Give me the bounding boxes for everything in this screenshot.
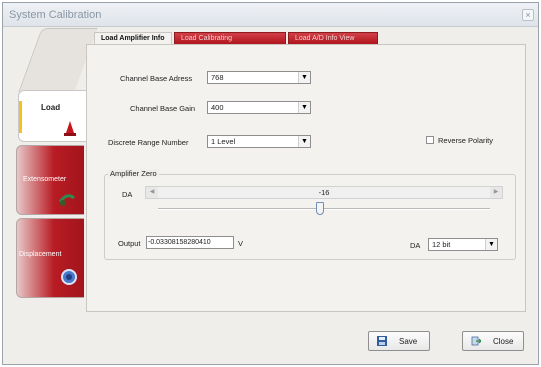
close-window-button[interactable]: ×: [522, 9, 534, 21]
channel-base-address-select[interactable]: 768 ▼: [207, 71, 311, 84]
output-value-field: -0.03308158280410: [146, 236, 234, 249]
scroll-right-icon[interactable]: ▶: [490, 187, 502, 198]
close-button-label: Close: [493, 336, 514, 346]
da-bits-value: 12 bit: [432, 240, 451, 249]
chevron-down-icon[interactable]: ▼: [298, 102, 310, 113]
channel-base-gain-select[interactable]: 400 ▼: [207, 101, 311, 114]
extensometer-icon: [58, 194, 75, 206]
da-bits-label: DA: [410, 241, 421, 250]
window-title: System Calibration: [9, 9, 102, 21]
chevron-down-icon[interactable]: ▼: [485, 239, 497, 250]
side-tab-displacement[interactable]: Displacement: [16, 218, 84, 298]
da-label: DA: [122, 190, 133, 199]
exit-door-icon: [471, 336, 481, 346]
channel-base-gain-label: Channel Base Gain: [130, 104, 196, 113]
discrete-range-number-select[interactable]: 1 Level ▼: [207, 135, 311, 148]
side-tab-label: Load: [41, 103, 61, 112]
amplifier-zero-slider-thumb[interactable]: [316, 202, 324, 215]
title-bar: System Calibration ×: [3, 3, 538, 27]
floppy-disk-icon: [377, 336, 387, 346]
channel-base-gain-value: 400: [211, 103, 224, 112]
discrete-range-number-label: Discrete Range Number: [108, 138, 189, 147]
side-tab-extensometer[interactable]: Extensometer: [16, 145, 84, 215]
close-button[interactable]: Close: [462, 331, 524, 351]
save-button-label: Save: [399, 336, 418, 346]
side-tab-load[interactable]: Load: [18, 90, 88, 142]
da-value: -16: [318, 188, 330, 197]
channel-base-address-label: Channel Base Adress: [120, 74, 193, 83]
chevron-down-icon[interactable]: ▼: [298, 72, 310, 83]
save-button[interactable]: Save: [368, 331, 430, 351]
output-value: -0.03308158280410: [148, 239, 211, 246]
discrete-range-number-value: 1 Level: [211, 137, 236, 146]
load-cell-icon: [64, 121, 76, 136]
reverse-polarity-checkbox[interactable]: [426, 136, 434, 144]
chevron-down-icon[interactable]: ▼: [298, 136, 310, 147]
da-scrollbar[interactable]: ◀ -16 ▶: [145, 186, 503, 199]
reverse-polarity-label: Reverse Polarity: [438, 136, 494, 145]
output-unit: V: [238, 239, 244, 248]
output-label: Output: [118, 239, 141, 248]
active-tab-marker: [19, 101, 22, 133]
channel-base-address-value: 768: [211, 73, 224, 82]
da-bits-select[interactable]: 12 bit ▼: [428, 238, 498, 251]
amplifier-zero-title: Amplifier Zero: [108, 169, 159, 178]
side-tab-label: Displacement: [19, 251, 62, 258]
side-tab-label: Extensometer: [23, 176, 67, 183]
amplifier-zero-slider-track[interactable]: [158, 208, 490, 210]
displacement-icon: [61, 269, 77, 285]
